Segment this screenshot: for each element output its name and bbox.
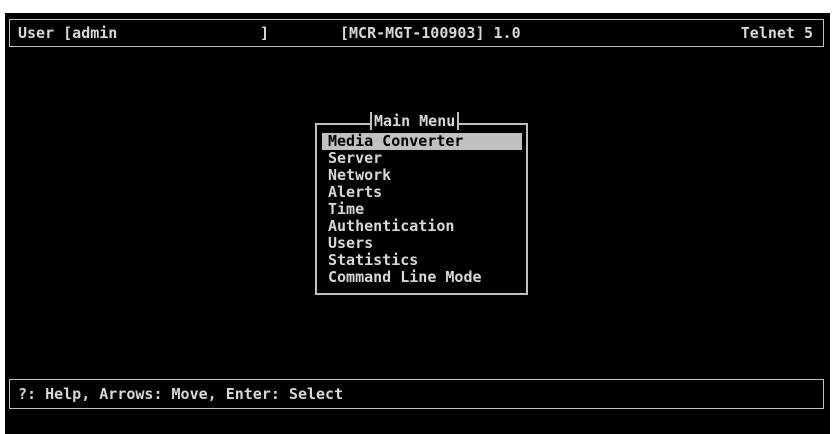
menu-item-alerts[interactable]: Alerts [322, 184, 522, 201]
user-label: User [admin [18, 24, 118, 42]
menu-item-command-line-mode[interactable]: Command Line Mode [322, 269, 522, 286]
user-bracket-close: ] [260, 24, 270, 42]
menu-item-network[interactable]: Network [322, 167, 522, 184]
menu-item-time[interactable]: Time [322, 201, 522, 218]
menu-item-media-converter[interactable]: Media Converter [322, 133, 522, 150]
menu-title: Main Menu [370, 112, 460, 130]
menu-item-users[interactable]: Users [322, 235, 522, 252]
menu-item-authentication[interactable]: Authentication [322, 218, 522, 235]
session-label: Telnet 5 [740, 24, 813, 42]
main-menu: Main Menu Media Converter Server Network… [315, 112, 528, 295]
status-header: User [admin ] [MCR-MGT-100903] 1.0 Telne… [9, 19, 824, 47]
help-text: ?: Help, Arrows: Move, Enter: Select [18, 385, 344, 403]
menu-list: Media Converter Server Network Alerts Ti… [322, 133, 522, 286]
menu-item-server[interactable]: Server [322, 150, 522, 167]
help-bar: ?: Help, Arrows: Move, Enter: Select [9, 379, 824, 409]
menu-item-statistics[interactable]: Statistics [322, 252, 522, 269]
device-title: [MCR-MGT-100903] 1.0 [340, 24, 521, 42]
terminal-screen: User [admin ] [MCR-MGT-100903] 1.0 Telne… [5, 13, 830, 434]
